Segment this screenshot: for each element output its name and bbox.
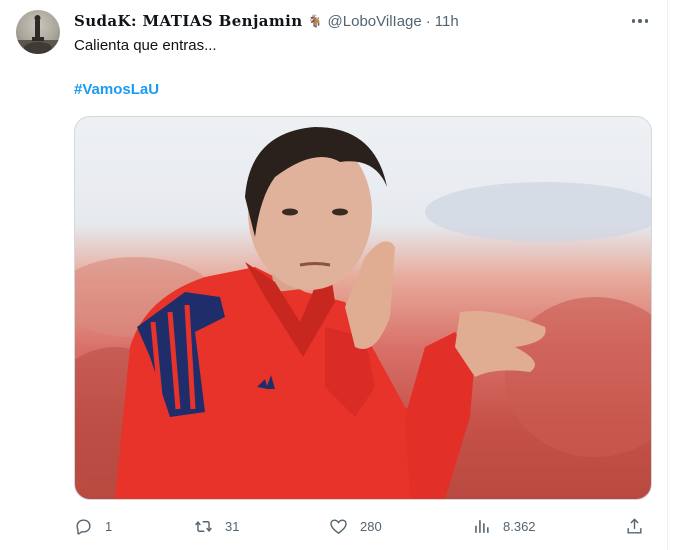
tweet[interactable]: SudaK: MATIAS Benjamin 🐐 @LoboVilIage · … xyxy=(0,0,674,550)
retweet-count: 31 xyxy=(225,518,240,534)
views-button[interactable]: 8.362 xyxy=(472,512,536,540)
share-icon xyxy=(627,517,642,534)
retweet-icon xyxy=(195,520,212,532)
like-button[interactable]: 280 xyxy=(329,512,382,540)
divider xyxy=(667,0,668,550)
like-count: 280 xyxy=(360,518,382,534)
display-name[interactable]: SudaK: MATIAS Benjamin xyxy=(74,12,303,30)
share-button[interactable] xyxy=(625,512,644,540)
avatar[interactable] xyxy=(16,10,60,54)
reply-button[interactable]: 1 xyxy=(74,512,112,540)
views-count: 8.362 xyxy=(503,518,536,534)
user-handle[interactable]: @LoboVilIage xyxy=(328,13,422,30)
like-icon xyxy=(330,518,347,534)
reply-count: 1 xyxy=(105,518,113,534)
tweet-photo[interactable] xyxy=(74,116,652,500)
tweet-header: SudaK: MATIAS Benjamin 🐐 @LoboVilIage · … xyxy=(74,10,459,32)
views-icon xyxy=(475,519,489,533)
tweet-text: Calienta que entras... xyxy=(74,37,217,54)
retweet-button[interactable]: 31 xyxy=(194,512,239,540)
goat-emoji-icon: 🐐 xyxy=(307,14,323,28)
separator-dot: · xyxy=(425,12,431,30)
more-options-icon[interactable] xyxy=(628,10,652,32)
tweet-actions: 1 31 280 8.362 xyxy=(74,512,650,540)
photo-icon xyxy=(75,127,651,499)
avatar-image xyxy=(16,15,60,54)
tweet-timestamp[interactable]: 11h xyxy=(435,13,459,30)
hashtag-link[interactable]: #VamosLaU xyxy=(74,81,159,98)
reply-icon xyxy=(76,518,91,535)
